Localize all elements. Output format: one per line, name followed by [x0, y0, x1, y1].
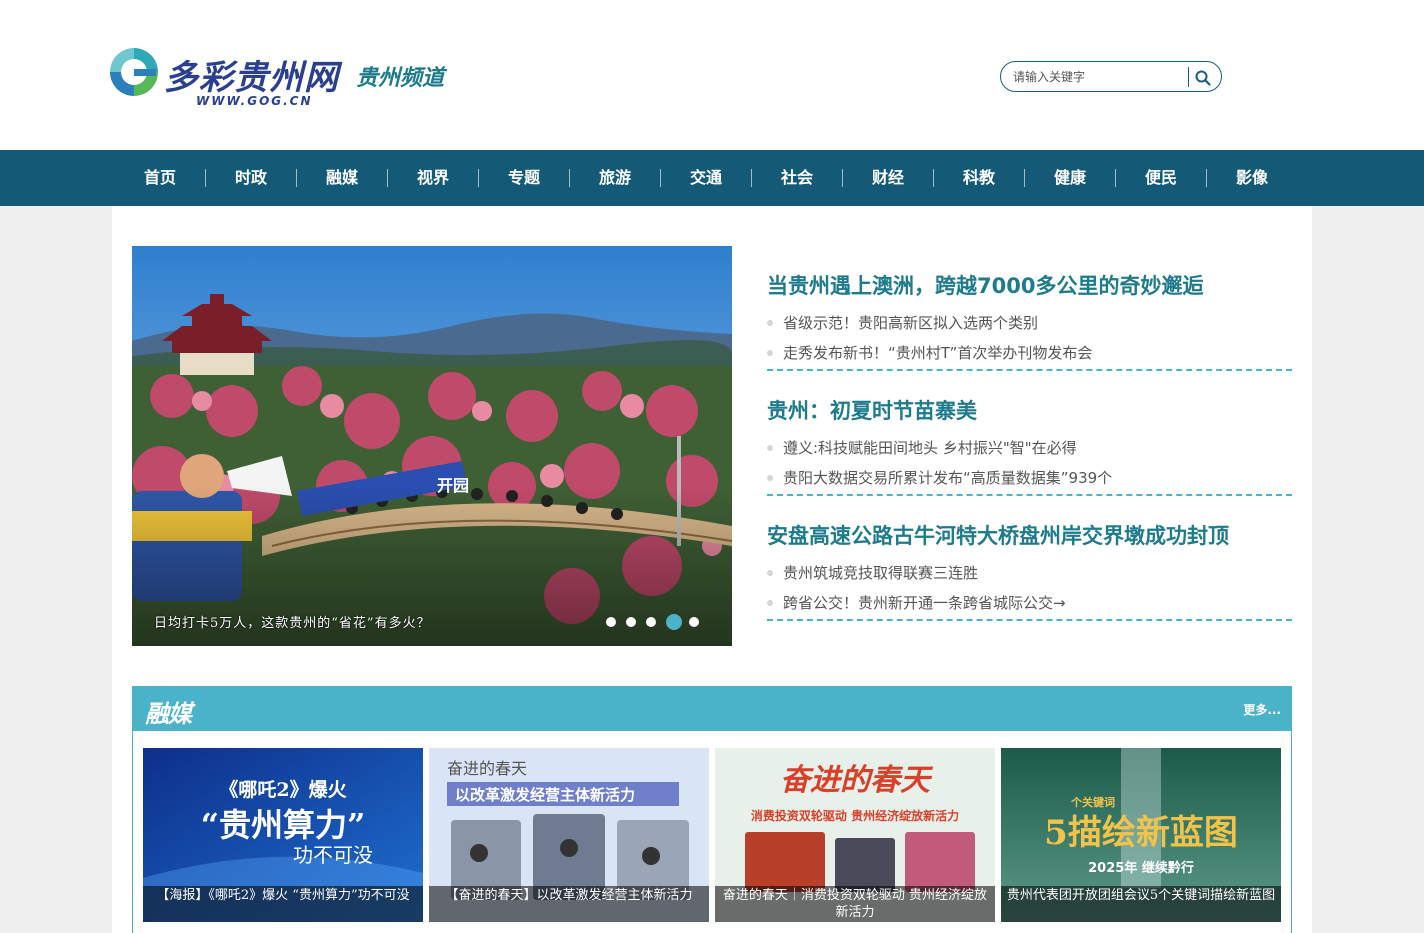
media-more-link[interactable]: 更多... — [1243, 701, 1281, 718]
card4-art-line2: 2025年 继续黔行 — [1088, 860, 1194, 876]
media-card-caption[interactable]: 【海报】《哪吒2》爆火 “贵州算力”功不可没 — [143, 886, 423, 922]
headline-link[interactable]: 跨省公交！贵州新开通一条跨省城际公交→ — [767, 592, 1066, 613]
search-icon — [1195, 70, 1211, 86]
nav-item[interactable]: 交通 — [676, 150, 736, 206]
media-card[interactable]: 奋进的春天 消费投资双轮驱动 贵州经济绽放新活力 奋进的春天｜消费投资双轮驱动 … — [715, 748, 995, 922]
media-card[interactable]: 奋进的春天 以改革激发经营主体新活力 【奋进的春天】以改革激发经营主体新活力 — [429, 748, 709, 922]
nav-separator — [1206, 169, 1207, 187]
nav-item[interactable]: 健康 — [1040, 150, 1100, 206]
media-card-caption[interactable]: 贵州代表团开放团组会议5个关键词描绘新蓝图 — [1001, 886, 1281, 922]
nav-item[interactable]: 专题 — [494, 150, 554, 206]
nav-separator — [751, 169, 752, 187]
search-button[interactable] — [1193, 68, 1213, 88]
nav-item[interactable]: 时政 — [221, 150, 281, 206]
carousel-caption[interactable]: 日均打卡5万人，这款贵州的“省花”有多火？ — [154, 612, 431, 631]
logo-g-icon — [110, 48, 158, 96]
media-card[interactable]: 《哪吒2》爆火 “贵州算力” 功不可没 【海报】《哪吒2》爆火 “贵州算力”功不… — [143, 748, 423, 922]
carousel-dot[interactable] — [626, 617, 636, 627]
nav-separator — [1115, 169, 1116, 187]
headline-title[interactable]: 贵州：初夏时节苗寨美 — [767, 395, 977, 425]
media-section-header: 融媒 更多... — [133, 687, 1291, 731]
headline-link[interactable]: 贵州筑城竞技取得联赛三连胜 — [767, 562, 978, 583]
logo-wordmark: 多彩贵州网 — [164, 58, 339, 98]
card3-art-line1: 奋进的春天 — [780, 763, 934, 798]
nav-separator — [478, 169, 479, 187]
nav-item[interactable]: 旅游 — [585, 150, 645, 206]
headline-block: 贵州：初夏时节苗寨美遵义:科技赋能田间地头 乡村振兴"智"在必得贵阳大数据交易所… — [767, 371, 1292, 496]
media-card[interactable]: 个关键词 5描绘新蓝图 2025年 继续黔行 贵州代表团开放团组会议5个关键词描… — [1001, 748, 1281, 922]
card4-art-line1: 5描绘新蓝图 — [1044, 813, 1238, 853]
headline-link[interactable]: 省级示范！贵阳高新区拟入选两个类别 — [767, 312, 1038, 333]
headline-link[interactable]: 走秀发布新书！“贵州村T”首次举办刊物发布会 — [767, 342, 1092, 363]
search-divider — [1188, 67, 1189, 87]
media-card-caption[interactable]: 奋进的春天｜消费投资双轮驱动 贵州经济绽放新活力 — [715, 886, 995, 922]
site-header: 多彩贵州网 WWW.GOG.CN 贵州频道 — [0, 0, 1424, 150]
headline-link[interactable]: 遵义:科技赋能田间地头 乡村振兴"智"在必得 — [767, 437, 1077, 458]
headline-title[interactable]: 安盘高速公路古牛河特大桥盘州岸交界墩成功封顶 — [767, 520, 1229, 550]
card1-art-line3: 功不可没 — [293, 843, 373, 867]
card4-art-small: 个关键词 — [1070, 795, 1115, 809]
media-section-title: 融媒 — [145, 700, 192, 728]
site-logo[interactable]: 多彩贵州网 WWW.GOG.CN 贵州频道 — [110, 46, 470, 112]
logo-url: WWW.GOG.CN — [196, 94, 313, 108]
nav-item[interactable]: 融媒 — [312, 150, 372, 206]
media-card-caption[interactable]: 【奋进的春天】以改革激发经营主体新活力 — [429, 886, 709, 922]
nav-item[interactable]: 便民 — [1131, 150, 1191, 206]
nav-separator — [296, 169, 297, 187]
nav-separator — [933, 169, 934, 187]
headline-title[interactable]: 当贵州遇上澳洲，跨越7000多公里的奇妙邂逅 — [767, 270, 1203, 300]
headline-link[interactable]: 贵阳大数据交易所累计发布“高质量数据集”939个 — [767, 467, 1112, 488]
carousel-dot[interactable] — [606, 617, 616, 627]
headline-block: 安盘高速公路古牛河特大桥盘州岸交界墩成功封顶贵州筑城竞技取得联赛三连胜跨省公交！… — [767, 496, 1292, 621]
nav-separator — [660, 169, 661, 187]
nav-separator — [1024, 169, 1025, 187]
image-carousel[interactable]: 开园 日均打卡5万人，这款贵州的“省花”有多火？ — [132, 246, 732, 646]
nav-item[interactable]: 财经 — [858, 150, 918, 206]
search-box — [1000, 61, 1222, 92]
main-content: 开园 日均打卡5万人，这款贵州的“省花”有多火？ 当贵州遇上澳洲，跨越7000多… — [112, 206, 1312, 933]
headline-block: 当贵州遇上澳洲，跨越7000多公里的奇妙邂逅省级示范！贵阳高新区拟入选两个类别走… — [767, 246, 1292, 371]
nav-item[interactable]: 视界 — [403, 150, 463, 206]
nav-separator — [387, 169, 388, 187]
card1-art-line1: 《哪吒2》爆火 — [219, 778, 347, 801]
nav-separator — [569, 169, 570, 187]
carousel-dot[interactable] — [689, 617, 699, 627]
card1-art-line2: “贵州算力” — [201, 806, 366, 844]
card2-art-line2: 以改革激发经营主体新活力 — [455, 786, 635, 804]
nav-item[interactable]: 影像 — [1222, 150, 1282, 206]
media-section: 融媒 更多... 《哪吒2》爆火 “贵州算力” 功不可没 【海报】《哪吒2》爆火… — [132, 686, 1292, 933]
nav-item[interactable]: 社会 — [767, 150, 827, 206]
main-nav: 首页 时政 融媒 视界 专题 旅游 交通 社会 财经 科教 健康 便民 影像 — [0, 150, 1424, 206]
nav-item[interactable]: 科教 — [949, 150, 1009, 206]
carousel-dot[interactable] — [646, 617, 656, 627]
channel-name: 贵州频道 — [356, 66, 445, 91]
nav-item[interactable]: 首页 — [130, 150, 190, 206]
nav-separator — [842, 169, 843, 187]
search-input[interactable] — [1013, 67, 1181, 87]
nav-separator — [205, 169, 206, 187]
card2-art-line1: 奋进的春天 — [447, 759, 527, 778]
carousel-image: 开园 — [132, 246, 732, 646]
card3-art-line2: 消费投资双轮驱动 贵州经济绽放新活力 — [751, 808, 959, 823]
carousel-dot[interactable] — [666, 614, 682, 630]
